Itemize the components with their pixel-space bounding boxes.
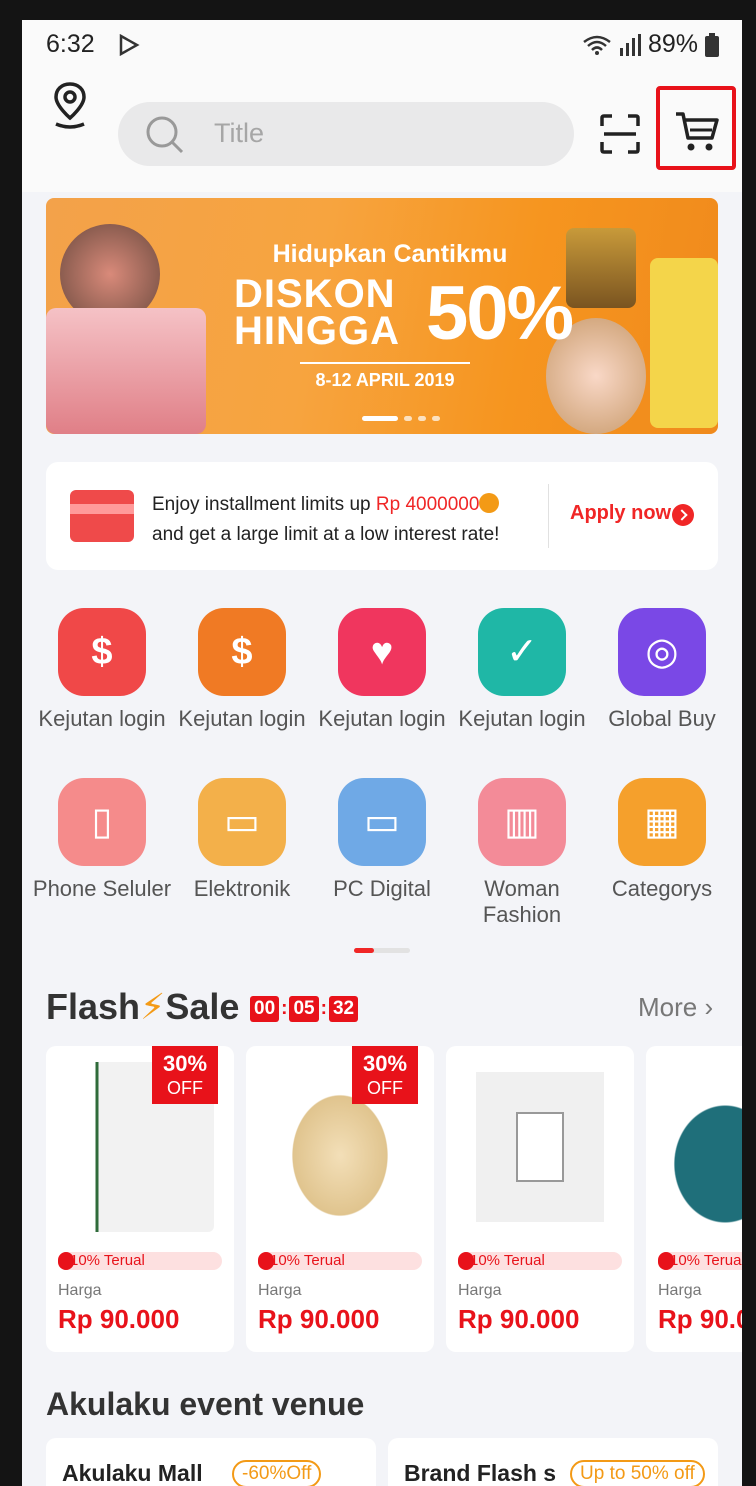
price-label: Harga xyxy=(458,1282,502,1299)
divider xyxy=(548,484,549,548)
banner-tagline: Hidupkan Cantikmu xyxy=(272,240,508,268)
installment-card[interactable]: Enjoy installment limits up Rp 4000000 a… xyxy=(46,462,718,570)
category-label: Kejutan login xyxy=(178,706,306,731)
cart-icon xyxy=(676,112,719,151)
search-bar[interactable]: Title xyxy=(118,102,574,166)
product-image xyxy=(666,1062,742,1232)
product-card[interactable]: 30% OFF 10% Terual Harga Rp 90.000 xyxy=(246,1046,434,1352)
category-label: Kejutan login xyxy=(458,706,586,731)
timer-minutes: 05 xyxy=(289,996,319,1022)
price-label: Harga xyxy=(258,1282,302,1299)
money-bag-icon: $ xyxy=(58,608,146,696)
product-card[interactable]: 30% OFF 10% Terual Harga Rp 90.000 xyxy=(46,1046,234,1352)
signal-icon xyxy=(619,33,641,56)
venue-card-badge: Up to 50% off xyxy=(570,1460,705,1486)
calendar-check-icon: ✓ xyxy=(478,608,566,696)
category-label: Elektronik xyxy=(193,876,291,901)
arrow-right-icon[interactable] xyxy=(672,504,694,526)
flash-sale-timer: 00: 05: 32 xyxy=(250,996,359,1022)
venue-card-badge: -60%Off xyxy=(232,1460,322,1486)
planet-icon: ◎ xyxy=(618,608,706,696)
sold-text: 10% Terual xyxy=(470,1252,545,1269)
banner-date: 8-12 APRIL 2019 xyxy=(300,362,470,391)
store-icon: ▦ xyxy=(618,778,706,866)
banner-hingga: HINGGA xyxy=(234,309,400,353)
category-pager xyxy=(354,948,410,953)
category-label: Global Buy xyxy=(608,706,716,731)
installment-text-pre: Enjoy installment limits up xyxy=(152,494,376,515)
search-icon xyxy=(146,116,184,154)
sold-progress-bar: 10% Terual xyxy=(458,1252,622,1270)
price-label: Harga xyxy=(658,1282,702,1299)
phone-icon: ▯ xyxy=(58,778,146,866)
category-label: PC Digital xyxy=(333,876,431,901)
installment-text-post: and get a large limit at a low interest … xyxy=(152,524,500,545)
banner-product-image xyxy=(566,228,636,308)
search-placeholder: Title xyxy=(214,118,265,148)
price-label: Harga xyxy=(58,1282,102,1299)
banner-diskon: DISKON xyxy=(234,272,396,316)
product-price: Rp 90.0 xyxy=(658,1304,742,1334)
app-screen: 6:32 89% Title Hidupkan Cantikmu DISKON … xyxy=(22,20,742,1486)
product-card[interactable]: 10% Terual Harga Rp 90.000 xyxy=(446,1046,634,1352)
product-card[interactable]: 10% Terual Harga Rp 90.0 xyxy=(646,1046,742,1352)
banner-percent: 50% xyxy=(426,271,574,356)
banner-discount-text: DISKON HINGGA xyxy=(234,272,400,353)
status-time: 6:32 xyxy=(46,30,95,58)
laptop-icon: ▭ xyxy=(338,778,426,866)
banner-pager xyxy=(362,416,440,421)
timer-hours: 00 xyxy=(250,996,280,1022)
sold-text: 10% Terual xyxy=(270,1252,345,1269)
venue-card-name: Akulaku Mall xyxy=(62,1460,203,1486)
category-label: Kejutan login xyxy=(38,706,166,731)
sold-progress-bar: 10% Terual xyxy=(658,1252,742,1270)
discount-badge: 30% OFF xyxy=(352,1046,418,1104)
venue-card-brand-flash[interactable]: Brand Flash s Up to 50% off xyxy=(388,1438,718,1486)
credit-card-icon xyxy=(70,490,134,542)
coin-icon xyxy=(479,493,500,513)
battery-percent: 89% xyxy=(647,30,698,58)
handbag-icon: ▥ xyxy=(478,778,566,866)
venue-card-name: Brand Flash s xyxy=(404,1460,557,1486)
installment-amount: Rp 4000000 xyxy=(375,494,480,515)
status-bar: 6:32 89% xyxy=(22,20,742,72)
category-label: Categorys xyxy=(611,876,713,901)
wifi-icon xyxy=(583,35,611,55)
venue-card-mall[interactable]: Akulaku Mall -60%Off xyxy=(46,1438,376,1486)
category-label: Phone Seluler xyxy=(32,876,172,901)
gift-icon: ♥ xyxy=(338,608,426,696)
discount-badge: 30% OFF xyxy=(152,1046,218,1104)
scan-icon[interactable] xyxy=(600,114,640,154)
product-price: Rp 90.000 xyxy=(58,1304,180,1334)
status-indicators: 89% xyxy=(582,30,720,59)
venue-title: Akulaku event venue xyxy=(46,1386,365,1422)
product-price: Rp 90.000 xyxy=(458,1304,580,1334)
category-label: Woman Fashion xyxy=(482,876,562,927)
apply-now-link[interactable]: Apply now xyxy=(570,502,671,525)
sold-text: 10% Terual xyxy=(670,1252,742,1269)
cart-button[interactable] xyxy=(656,86,736,170)
flash-sale-title: Flash⚡Sale xyxy=(46,986,240,1027)
location-pin-icon[interactable] xyxy=(50,80,90,130)
lightning-icon: ⚡ xyxy=(140,986,166,1027)
timer-seconds: 32 xyxy=(328,996,359,1022)
more-link[interactable]: More › xyxy=(638,992,713,1023)
product-image xyxy=(466,1062,614,1232)
sold-text: 10% Terual xyxy=(70,1252,145,1269)
tv-icon: ▭ xyxy=(198,778,286,866)
installment-text: Enjoy installment limits up Rp 4000000 a… xyxy=(152,490,499,550)
sold-progress-bar: 10% Terual xyxy=(258,1252,422,1270)
banner-product-image xyxy=(650,258,718,428)
product-price: Rp 90.000 xyxy=(258,1304,380,1334)
promo-banner[interactable]: Hidupkan Cantikmu DISKON HINGGA 50% 8-12… xyxy=(46,198,718,434)
category-label: Kejutan login xyxy=(318,706,446,731)
phone-dollar-icon: $ xyxy=(198,608,286,696)
battery-icon xyxy=(705,32,719,57)
play-store-icon xyxy=(119,34,140,56)
sold-progress-bar: 10% Terual xyxy=(58,1252,222,1270)
banner-product-image xyxy=(46,308,206,434)
